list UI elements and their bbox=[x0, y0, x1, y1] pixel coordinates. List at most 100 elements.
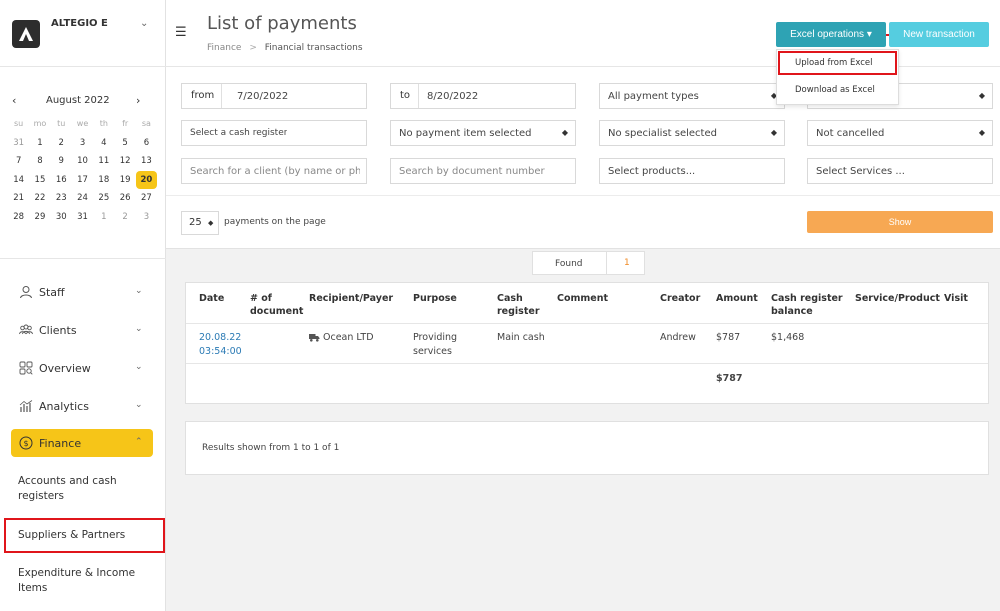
calendar-day[interactable]: 7 bbox=[8, 152, 29, 171]
column-header-cash-register[interactable]: Cash register bbox=[497, 292, 542, 318]
cash-register-value: Select a cash register bbox=[190, 128, 288, 138]
calendar-next-icon[interactable]: › bbox=[136, 94, 140, 107]
sidebar-item-staff[interactable]: Staff ⌄ bbox=[11, 278, 153, 306]
document-search-input[interactable]: Search by document number bbox=[390, 158, 576, 184]
calendar-day[interactable]: 28 bbox=[8, 208, 29, 227]
date-from-label: from bbox=[182, 84, 222, 108]
calendar-day[interactable]: 30 bbox=[51, 208, 72, 227]
services-placeholder: Select Services ... bbox=[816, 166, 905, 177]
calendar-day[interactable]: 1 bbox=[29, 134, 50, 153]
select-arrow-icon: ◆ bbox=[561, 128, 568, 137]
payment-types-select[interactable]: All payment types ◆ bbox=[599, 83, 785, 109]
products-select[interactable]: Select products... bbox=[599, 158, 785, 184]
sidebar-item-clients[interactable]: Clients ⌄ bbox=[11, 316, 153, 344]
calendar: ‹ August 2022 › su mo tu we th fr sa 31 1 2 3 4 5 6 7 8… bbox=[8, 93, 158, 222]
specialist-select[interactable]: No specialist selected ◆ bbox=[599, 120, 785, 146]
calendar-day[interactable]: 15 bbox=[29, 171, 50, 190]
date-from-field[interactable]: from 7/20/2022 bbox=[181, 83, 367, 109]
document-search-placeholder: Search by document number bbox=[399, 166, 545, 177]
column-header-creator[interactable]: Creator bbox=[660, 292, 700, 305]
users-icon bbox=[19, 324, 33, 335]
new-transaction-button[interactable]: New transaction bbox=[889, 22, 989, 47]
sidebar-item-overview[interactable]: Overview ⌄ bbox=[11, 354, 153, 382]
calendar-day[interactable]: 17 bbox=[72, 171, 93, 190]
column-header-service[interactable]: Service/Product bbox=[855, 292, 940, 305]
menu-icon[interactable]: ☰ bbox=[175, 25, 187, 40]
calendar-day[interactable]: 22 bbox=[29, 189, 50, 208]
calendar-day[interactable]: 18 bbox=[93, 171, 114, 190]
calendar-day[interactable]: 4 bbox=[93, 134, 114, 153]
calendar-day[interactable]: 19 bbox=[114, 171, 135, 190]
calendar-day[interactable]: 27 bbox=[136, 189, 157, 208]
calendar-day[interactable]: 13 bbox=[136, 152, 157, 171]
show-button[interactable]: Show bbox=[807, 211, 993, 233]
payment-item-value: No payment item selected bbox=[399, 128, 532, 139]
calendar-day[interactable]: 3 bbox=[136, 208, 157, 227]
calendar-day[interactable]: 25 bbox=[93, 189, 114, 208]
cancelled-select[interactable]: Not cancelled ◆ bbox=[807, 120, 993, 146]
brand-name: ALTEGIO E bbox=[51, 18, 108, 29]
calendar-day[interactable]: 29 bbox=[29, 208, 50, 227]
page-size-select[interactable]: 25 ◆ bbox=[181, 211, 219, 235]
cash-register-select[interactable]: Select a cash register bbox=[181, 120, 367, 146]
row-cash-register: Main cash bbox=[497, 332, 545, 343]
date-to-field[interactable]: to 8/20/2022 bbox=[390, 83, 576, 109]
calendar-weekday: we bbox=[76, 119, 89, 128]
row-time[interactable]: 03:54:00 bbox=[199, 345, 242, 359]
sidebar-item-analytics[interactable]: Analytics ⌄ bbox=[11, 392, 153, 420]
calendar-day[interactable]: 14 bbox=[8, 171, 29, 190]
calendar-day[interactable]: 11 bbox=[93, 152, 114, 171]
excel-operations-button[interactable]: Excel operations ▾ bbox=[776, 22, 886, 47]
row-date[interactable]: 20.08.22 bbox=[199, 331, 241, 345]
highlight-box bbox=[4, 518, 165, 553]
specialist-value: No specialist selected bbox=[608, 128, 717, 139]
sidebar-item-label: Finance bbox=[39, 437, 82, 450]
dollar-circle-icon: $ bbox=[19, 436, 33, 450]
calendar-day[interactable]: 23 bbox=[51, 189, 72, 208]
calendar-day[interactable]: 5 bbox=[114, 134, 135, 153]
payment-item-select[interactable]: No payment item selected ◆ bbox=[390, 120, 576, 146]
calendar-day[interactable]: 12 bbox=[114, 152, 135, 171]
column-header-recipient[interactable]: Recipient/Payer bbox=[309, 292, 393, 305]
calendar-day[interactable]: 2 bbox=[114, 208, 135, 227]
calendar-day[interactable]: 6 bbox=[136, 134, 157, 153]
column-header-visit[interactable]: Visit bbox=[944, 292, 968, 305]
cancelled-value: Not cancelled bbox=[816, 128, 885, 139]
calendar-day[interactable]: 1 bbox=[93, 208, 114, 227]
calendar-day[interactable]: 24 bbox=[72, 189, 93, 208]
sidebar-item-finance[interactable]: $ Finance ⌃ bbox=[11, 429, 153, 457]
calendar-day[interactable]: 21 bbox=[8, 189, 29, 208]
calendar-day[interactable]: 2 bbox=[51, 134, 72, 153]
row-recipient[interactable]: Ocean LTD bbox=[323, 331, 374, 345]
column-header-purpose[interactable]: Purpose bbox=[413, 292, 457, 305]
breadcrumb-root[interactable]: Finance bbox=[207, 43, 241, 53]
date-to-value: 8/20/2022 bbox=[427, 91, 479, 102]
calendar-day[interactable]: 9 bbox=[51, 152, 72, 171]
calendar-day[interactable]: 3 bbox=[72, 134, 93, 153]
calendar-day[interactable]: 31 bbox=[8, 134, 29, 153]
calendar-day[interactable]: 31 bbox=[72, 208, 93, 227]
calendar-day[interactable]: 8 bbox=[29, 152, 50, 171]
column-header-date[interactable]: Date bbox=[199, 292, 224, 305]
client-search-placeholder: Search for a client (by name or phone) bbox=[190, 166, 360, 177]
sidebar-subitem-expenditure[interactable]: Expenditure & Income Items bbox=[18, 566, 148, 596]
column-header-amount[interactable]: Amount bbox=[716, 292, 758, 305]
calendar-day[interactable]: 10 bbox=[72, 152, 93, 171]
calendar-day[interactable]: 26 bbox=[114, 189, 135, 208]
client-search-input[interactable]: Search for a client (by name or phone) bbox=[181, 158, 367, 184]
column-header-comment[interactable]: Comment bbox=[557, 292, 608, 305]
services-select[interactable]: Select Services ... bbox=[807, 158, 993, 184]
column-header-document[interactable]: # of document bbox=[250, 292, 305, 318]
calendar-weekday: su bbox=[14, 119, 24, 128]
sidebar: ALTEGIO E ⌄ ‹ August 2022 › su mo tu we th fr… bbox=[0, 0, 166, 611]
sidebar-subitem-accounts[interactable]: Accounts and cash registers bbox=[18, 474, 148, 504]
chevron-down-icon[interactable]: ⌄ bbox=[140, 18, 148, 29]
download-as-excel-item[interactable]: Download as Excel bbox=[777, 79, 898, 101]
calendar-prev-icon[interactable]: ‹ bbox=[12, 94, 16, 107]
column-header-balance[interactable]: Cash register balance bbox=[771, 292, 846, 318]
calendar-day[interactable]: 16 bbox=[51, 171, 72, 190]
row-creator: Andrew bbox=[660, 332, 696, 343]
sidebar-item-label: Overview bbox=[39, 362, 91, 375]
calendar-day[interactable]: 20 bbox=[135, 170, 158, 189]
brand-switcher[interactable]: ALTEGIO E ⌄ bbox=[0, 0, 166, 67]
